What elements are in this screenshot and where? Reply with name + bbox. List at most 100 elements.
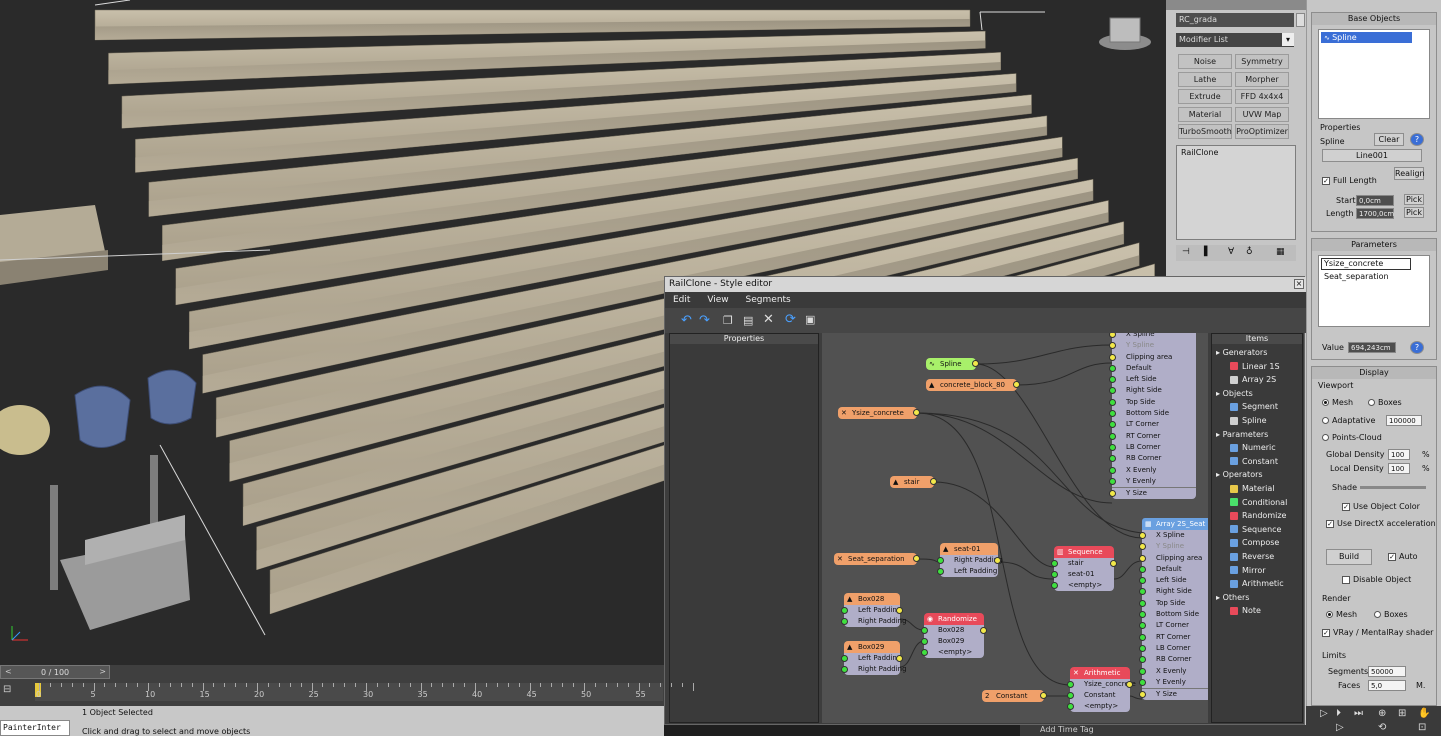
output-port[interactable] — [1109, 364, 1116, 372]
output-port[interactable] — [1067, 703, 1074, 710]
output-port[interactable] — [1139, 678, 1146, 686]
output-port[interactable] — [1139, 588, 1146, 596]
pan-icon[interactable]: ✋ — [1418, 708, 1430, 719]
randomize-node[interactable]: ◉ Randomize Box028 Box029 <empty> — [921, 613, 987, 658]
modifier-button[interactable]: Noise — [1178, 54, 1232, 69]
object-color-swatch[interactable] — [1296, 13, 1305, 27]
editor-title[interactable]: RailClone - Style editor — [665, 277, 1306, 292]
viewport-mesh-radio[interactable]: Mesh — [1322, 398, 1353, 407]
ysize-concrete-node[interactable]: ✕ Ysize_concrete — [838, 407, 920, 419]
viewport-boxes-radio[interactable]: Boxes — [1368, 398, 1402, 407]
render-mesh-radio[interactable]: Mesh — [1326, 610, 1357, 619]
input-port[interactable] — [1139, 543, 1146, 551]
box029-node[interactable]: ▲ Box029 Left Padding Right Padding — [841, 641, 907, 675]
items-category[interactable]: ▸ Objects — [1216, 389, 1253, 398]
items-entry[interactable]: Array 2S — [1230, 375, 1276, 384]
items-entry[interactable]: Randomize — [1230, 511, 1286, 520]
items-category[interactable]: ▸ Operators — [1216, 470, 1263, 479]
base-objects-title[interactable]: Base Objects — [1312, 13, 1436, 25]
concrete-block-node[interactable]: ▲ concrete_block_80 — [926, 379, 1020, 391]
segments-field[interactable]: 50000 — [1368, 666, 1406, 677]
sequence-node[interactable]: ▥ Sequence stair seat-01 <empty> — [1051, 546, 1117, 591]
input-port[interactable] — [913, 555, 920, 562]
arithmetic-node[interactable]: ✕ Arithmetic Ysize_concrete Constant <empty> — [1067, 667, 1136, 712]
seat-separation-node[interactable]: ✕ Seat_separation — [834, 553, 920, 565]
items-entry[interactable]: Constant — [1230, 457, 1278, 466]
stack-item-railclone[interactable]: RailClone — [1177, 146, 1295, 159]
items-entry[interactable]: Material — [1230, 484, 1275, 493]
base-objects-list[interactable]: ∿ Spline — [1318, 29, 1430, 119]
input-port[interactable] — [896, 607, 903, 614]
menu-segments[interactable]: Segments — [746, 295, 791, 305]
help-icon[interactable]: ? — [1410, 341, 1424, 354]
display-title[interactable]: Display — [1312, 367, 1436, 379]
array-seat-generator-node[interactable]: ▦ Array 2S_Seat X Spline Y Spline Clipping a… — [1139, 518, 1208, 701]
clear-button[interactable]: Clear — [1374, 133, 1404, 146]
pin-stack-icon[interactable]: ⊣ — [1182, 247, 1190, 257]
items-entry[interactable]: Conditional — [1230, 498, 1287, 507]
node-graph-canvas[interactable]: ∿ Spline ▲ concrete_block_80 ✕ Ysize_concrete… — [822, 333, 1208, 723]
parameters-list[interactable]: Ysize_concrete Seat_separation — [1318, 255, 1430, 327]
zoom-icon[interactable]: ⊕ — [1378, 708, 1386, 719]
time-next-icon[interactable]: > — [99, 667, 106, 676]
paste-icon[interactable]: ▤ — [743, 314, 753, 327]
add-time-tag-button[interactable]: Add Time Tag — [1040, 725, 1094, 734]
items-entry[interactable]: Arithmetic — [1230, 579, 1284, 588]
copy-icon[interactable]: ❐ — [723, 314, 733, 327]
vray-shader-checkbox[interactable]: ✓ VRay / MentalRay shader — [1322, 628, 1433, 637]
output-port[interactable] — [1109, 443, 1116, 451]
faces-field[interactable]: 5,0 — [1368, 680, 1406, 691]
output-port[interactable] — [1139, 611, 1146, 619]
fov-icon[interactable]: ▷ — [1336, 722, 1344, 733]
input-port[interactable] — [1139, 691, 1146, 699]
items-entry[interactable]: Sequence — [1230, 525, 1281, 534]
output-port[interactable] — [937, 568, 944, 575]
modifier-button[interactable]: TurboSmooth — [1178, 124, 1232, 139]
maxscript-listener-field[interactable]: PainterInter — [0, 720, 70, 736]
modifier-button[interactable]: UVW Map — [1235, 106, 1289, 122]
show-end-result-icon[interactable]: ▌ — [1204, 247, 1211, 257]
maximize-viewport-icon[interactable]: ⊡ — [1418, 722, 1426, 733]
items-entry[interactable]: Spline — [1230, 416, 1267, 425]
items-category[interactable]: ▸ Parameters — [1216, 430, 1268, 439]
configure-sets-icon[interactable]: ▦ — [1276, 247, 1285, 257]
items-entry[interactable]: Linear 1S — [1230, 362, 1280, 371]
modifier-button[interactable]: Extrude — [1178, 89, 1232, 104]
realign-button[interactable]: Realign — [1394, 167, 1425, 180]
pick-length-button[interactable]: Pick — [1404, 207, 1424, 218]
output-port[interactable] — [937, 557, 944, 564]
input-port[interactable] — [930, 478, 937, 485]
output-port[interactable] — [1051, 582, 1058, 589]
disable-object-checkbox[interactable]: Disable Object — [1342, 575, 1411, 584]
next-frame-icon[interactable]: ⏵ — [1336, 708, 1341, 719]
input-port[interactable] — [1109, 490, 1116, 498]
close-icon[interactable]: × — [1294, 279, 1304, 289]
parameter-item[interactable]: Seat_separation — [1321, 272, 1427, 282]
menu-view[interactable]: View — [707, 295, 728, 305]
stair-node[interactable]: ▲ stair — [890, 476, 937, 488]
full-length-checkbox[interactable]: ✓ Full Length — [1322, 176, 1377, 185]
curve-editor-icon[interactable]: ⊟ — [3, 684, 23, 698]
pick-start-button[interactable]: Pick — [1404, 194, 1424, 205]
modifier-button[interactable]: Lathe — [1178, 71, 1232, 87]
parameters-title[interactable]: Parameters — [1312, 239, 1436, 251]
stack-toolbar[interactable]: ⊣ ▌ ∀ ♁ ▦ — [1176, 245, 1296, 261]
output-port[interactable] — [1109, 466, 1116, 474]
input-port[interactable] — [972, 360, 979, 367]
output-port[interactable] — [1109, 477, 1116, 485]
zoom-all-icon[interactable]: ⊞ — [1398, 708, 1406, 719]
modifier-stack[interactable]: RailClone — [1176, 145, 1296, 240]
trackbar[interactable]: 0 5 10 15 20 25 30 35 40 45 50 55 — [35, 683, 694, 701]
delete-icon[interactable]: ✕ — [763, 312, 774, 327]
help-icon[interactable]: ? — [1410, 133, 1424, 146]
local-density-field[interactable]: 100 — [1388, 463, 1410, 474]
base-object-spline[interactable]: ∿ Spline — [1321, 32, 1412, 43]
remove-modifier-icon[interactable]: ♁ — [1246, 247, 1253, 257]
shade-slider[interactable] — [1360, 486, 1426, 489]
items-entry[interactable]: Segment — [1230, 402, 1278, 411]
items-category[interactable]: ▸ Others — [1216, 593, 1249, 602]
global-density-field[interactable]: 100 — [1388, 449, 1410, 460]
input-port[interactable] — [980, 627, 987, 634]
output-port[interactable] — [1139, 644, 1146, 652]
output-port[interactable] — [1139, 577, 1146, 585]
